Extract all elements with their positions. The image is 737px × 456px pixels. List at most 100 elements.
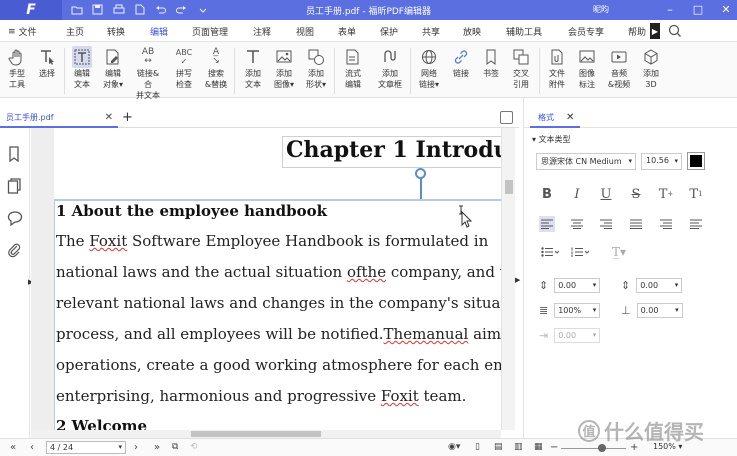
user-name[interactable]: 昵昀 <box>593 4 609 15</box>
tab-comment[interactable]: 注释 <box>253 25 271 38</box>
align-left-icon[interactable] <box>539 216 555 232</box>
tab-home[interactable]: 主页 <box>66 25 84 38</box>
indent-input[interactable]: 0.00 ▾ <box>554 328 601 343</box>
two-page-continuous-icon[interactable]: ▦ <box>534 442 543 452</box>
font-family-select[interactable]: 思源宋体 CN Medium ▾ <box>536 153 636 170</box>
two-page-icon[interactable]: ▥ <box>514 442 523 452</box>
link-merge-text-button[interactable]: AB ↔ 链接&合 并文本 <box>133 46 163 101</box>
maximize-icon[interactable]: □ <box>691 2 705 16</box>
body-line-4[interactable]: process, and all employees will be notif… <box>56 325 501 343</box>
add-3d-button[interactable]: 添加 3D <box>636 46 666 90</box>
file-menu[interactable]: ≡ 文件 <box>8 25 37 39</box>
tab-convert[interactable]: 转换 <box>107 25 125 38</box>
line-spacing-input[interactable]: 0.00 ▾ <box>554 278 601 293</box>
text-type-section[interactable]: ▾ 文本类型 <box>532 134 571 145</box>
justify-right-icon[interactable] <box>688 216 704 232</box>
justify-left-icon[interactable] <box>658 216 674 232</box>
new-tab-icon[interactable]: + <box>122 110 133 125</box>
bold-icon[interactable]: B <box>539 186 555 202</box>
superscript-icon[interactable]: T + <box>658 186 674 202</box>
align-right-icon[interactable] <box>598 216 614 232</box>
add-image-button[interactable]: 添加 图像▾ <box>269 46 299 90</box>
section-heading-2[interactable]: 2 Welcome <box>56 417 147 430</box>
body-line-2[interactable]: national laws and the actual situation o… <box>56 263 501 281</box>
first-page-icon[interactable]: « <box>10 442 16 453</box>
attachment-panel-icon[interactable] <box>7 242 23 258</box>
pages-panel-icon[interactable] <box>7 178 23 194</box>
cross-reference-button[interactable]: 交叉 引用 <box>506 46 536 90</box>
app-logo[interactable]: F <box>0 0 62 20</box>
horizontal-scrollbar[interactable] <box>31 430 501 438</box>
link-button[interactable]: 链接 <box>446 46 476 79</box>
comments-panel-icon[interactable] <box>7 210 23 227</box>
char-spacing-input[interactable]: 0.00 ▾ <box>636 278 683 293</box>
bullet-list-icon[interactable] <box>539 244 561 260</box>
tab-help[interactable]: 帮助 <box>628 25 646 38</box>
baseline-input[interactable]: 0.00 ▾ <box>636 303 683 318</box>
audio-video-button[interactable]: 音频 &视频 <box>604 46 634 90</box>
horizontal-scroll-thumb[interactable] <box>191 431 321 437</box>
close-format-tab-icon[interactable]: ✕ <box>566 112 574 123</box>
align-center-icon[interactable] <box>569 216 585 232</box>
zoom-out-icon[interactable]: − <box>550 442 558 453</box>
undo-icon[interactable] <box>154 3 167 16</box>
minimize-icon[interactable]: – <box>663 2 677 16</box>
zoom-slider-knob[interactable] <box>598 444 606 452</box>
tab-member[interactable]: 会员专享 <box>568 25 604 38</box>
vertical-scrollbar[interactable] <box>501 128 515 430</box>
print-icon[interactable] <box>112 3 125 16</box>
justify-icon[interactable] <box>628 216 644 232</box>
spell-check-button[interactable]: ABC ✓ 拼写 检查 <box>169 46 199 90</box>
search-icon[interactable] <box>668 24 682 38</box>
hand-tool-button[interactable]: 手型 工具 <box>2 46 32 90</box>
tab-edit[interactable]: 编辑 <box>150 25 169 44</box>
edit-object-button[interactable]: 编辑 对象▾ <box>98 46 128 90</box>
next-page-icon[interactable]: › <box>134 442 138 453</box>
document-tab[interactable]: 员工手册.pdf ✕ <box>0 108 118 128</box>
redo-icon[interactable] <box>175 3 188 16</box>
more-icon[interactable] <box>196 3 209 16</box>
edit-text-button[interactable]: 编辑 文本 <box>67 46 97 90</box>
scale-input[interactable]: 100% ▾ <box>554 303 601 318</box>
tab-protect[interactable]: 保护 <box>380 25 398 38</box>
search-replace-button[interactable]: A̲ ↘ 搜索 &替换 <box>201 46 231 90</box>
body-line-3[interactable]: relevant national laws and changes in th… <box>56 294 501 312</box>
font-size-select[interactable]: 10.56 ▾ <box>641 153 682 170</box>
subscript-icon[interactable]: T1 <box>688 186 704 202</box>
tab-share[interactable]: 共享 <box>422 25 440 38</box>
tab-view[interactable]: 视图 <box>296 25 314 38</box>
body-line-1[interactable]: The Foxit Software Employee Handbook is … <box>56 232 488 250</box>
font-color-picker[interactable] <box>687 152 705 170</box>
prev-page-icon[interactable]: ‹ <box>30 442 34 453</box>
bookmark-panel-icon[interactable] <box>7 146 23 163</box>
page-number-input[interactable]: 4 / 24 ▾ <box>46 441 126 454</box>
flow-edit-button[interactable]: 流式 编辑 <box>338 46 368 90</box>
format-tab[interactable]: 格式 ✕ <box>530 108 580 128</box>
image-annotation-button[interactable]: 图像 标注 <box>572 46 602 90</box>
underline-icon[interactable]: U <box>598 186 614 202</box>
page-view-icon[interactable]: ⧉ <box>172 442 178 452</box>
zoom-slider[interactable] <box>561 448 626 449</box>
strikethrough-icon[interactable]: S <box>628 186 644 202</box>
layout-icon[interactable] <box>500 111 513 124</box>
new-doc-icon[interactable] <box>133 3 146 16</box>
vertical-scroll-thumb[interactable] <box>505 180 513 194</box>
save-icon[interactable] <box>91 3 104 16</box>
open-folder-icon[interactable] <box>70 3 83 16</box>
close-tab-icon[interactable]: ✕ <box>105 112 113 123</box>
section-heading-1[interactable]: 1 About the employee handbook <box>56 202 327 220</box>
single-page-icon[interactable]: ▯ <box>475 442 480 452</box>
tab-form[interactable]: 表单 <box>338 25 356 38</box>
rotate-handle[interactable] <box>415 168 426 179</box>
italic-icon[interactable]: I <box>569 186 585 202</box>
collapse-right-panel-icon[interactable]: ▶ <box>515 276 520 284</box>
tab-accessibility[interactable]: 辅助工具 <box>506 25 542 38</box>
tab-slideshow[interactable]: 放映 <box>463 25 481 38</box>
tab-scroll-right-icon[interactable]: ▶ <box>650 23 660 39</box>
add-article-box-button[interactable]: 添加 文章框 <box>375 46 405 90</box>
close-icon[interactable]: ✕ <box>719 2 733 16</box>
view-mode-icon[interactable]: ◉▾ <box>448 442 460 452</box>
file-attachment-button[interactable]: 文件 附件 <box>542 46 572 90</box>
body-line-6[interactable]: enterprising, harmonious and progressive… <box>56 387 466 405</box>
add-text-button[interactable]: 添加 文本 <box>238 46 268 90</box>
